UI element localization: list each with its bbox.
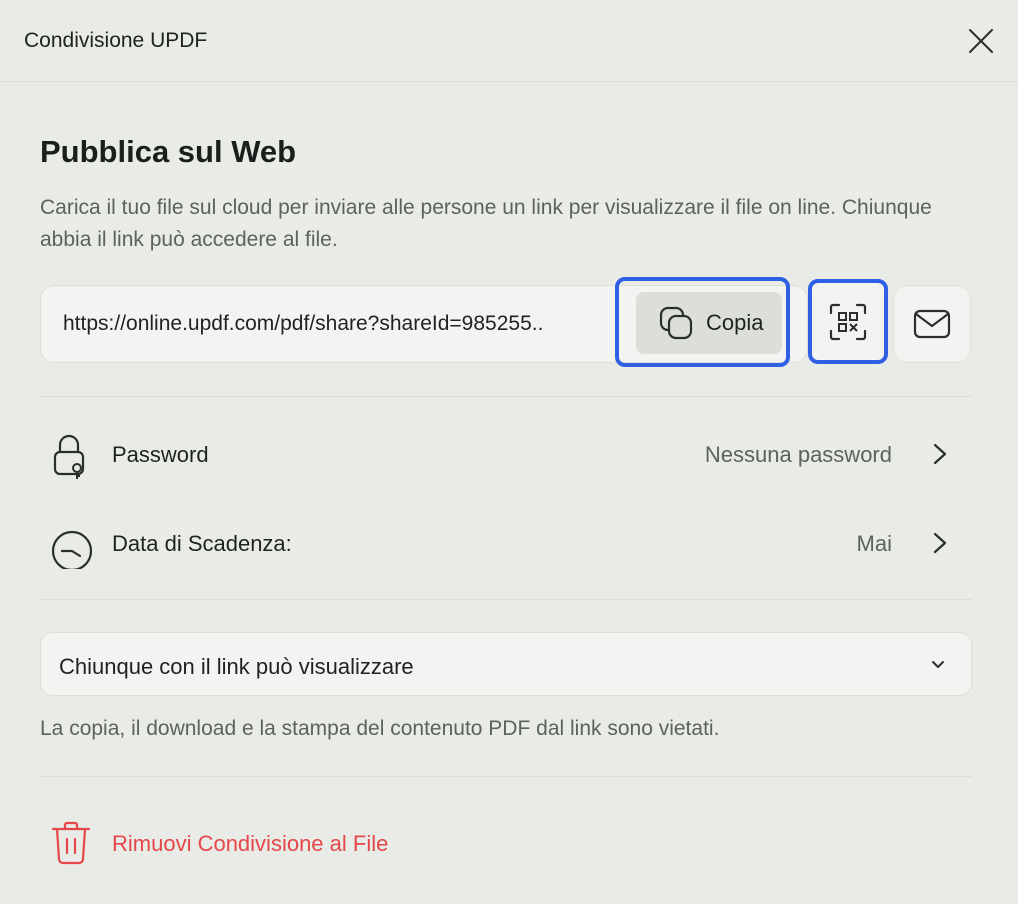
clock-icon: [51, 530, 93, 569]
title-bar: Condivisione UPDF: [0, 0, 1018, 82]
qr-code-button[interactable]: [808, 279, 888, 364]
window-title: Condivisione UPDF: [24, 29, 208, 52]
trash-icon: [51, 821, 91, 865]
remove-sharing-button[interactable]: Rimuovi Condivisione al File: [40, 815, 460, 871]
lock-icon: [53, 434, 85, 479]
chevron-right-icon: [933, 532, 947, 554]
permission-dropdown[interactable]: Chiunque con il link può visualizzare: [40, 632, 972, 696]
divider: [40, 396, 972, 397]
section-heading: Pubblica sul Web: [40, 134, 297, 169]
copy-icon: [659, 306, 693, 340]
expiry-label: Data di Scadenza:: [112, 531, 292, 556]
password-value: Nessuna password: [704, 442, 892, 467]
close-button[interactable]: [962, 22, 1000, 60]
chevron-down-icon: [932, 661, 944, 668]
divider: [40, 776, 972, 777]
section-description: Carica il tuo file sul cloud per inviare…: [40, 196, 932, 251]
share-link-url[interactable]: https://online.updf.com/pdf/share?shareI…: [63, 312, 619, 336]
permission-note: La copia, il download e la stampa del co…: [40, 717, 720, 740]
mail-icon: [913, 309, 951, 339]
email-share-button[interactable]: [893, 285, 971, 363]
close-icon: [969, 29, 993, 53]
qr-code-icon: [829, 303, 867, 340]
divider: [40, 599, 972, 600]
password-setting-row[interactable]: Password Nessuna password: [40, 424, 972, 484]
chevron-right-icon: [933, 443, 947, 465]
remove-sharing-label: Rimuovi Condivisione al File: [112, 831, 389, 856]
copy-button-label: Copia: [706, 310, 764, 335]
password-label: Password: [112, 442, 209, 467]
expiry-date-setting-row[interactable]: Data di Scadenza: Mai: [40, 513, 972, 573]
expiry-value: Mai: [856, 531, 892, 556]
copy-link-button[interactable]: Copia: [636, 292, 782, 354]
permission-selected-value: Chiunque con il link può visualizzare: [59, 654, 414, 679]
